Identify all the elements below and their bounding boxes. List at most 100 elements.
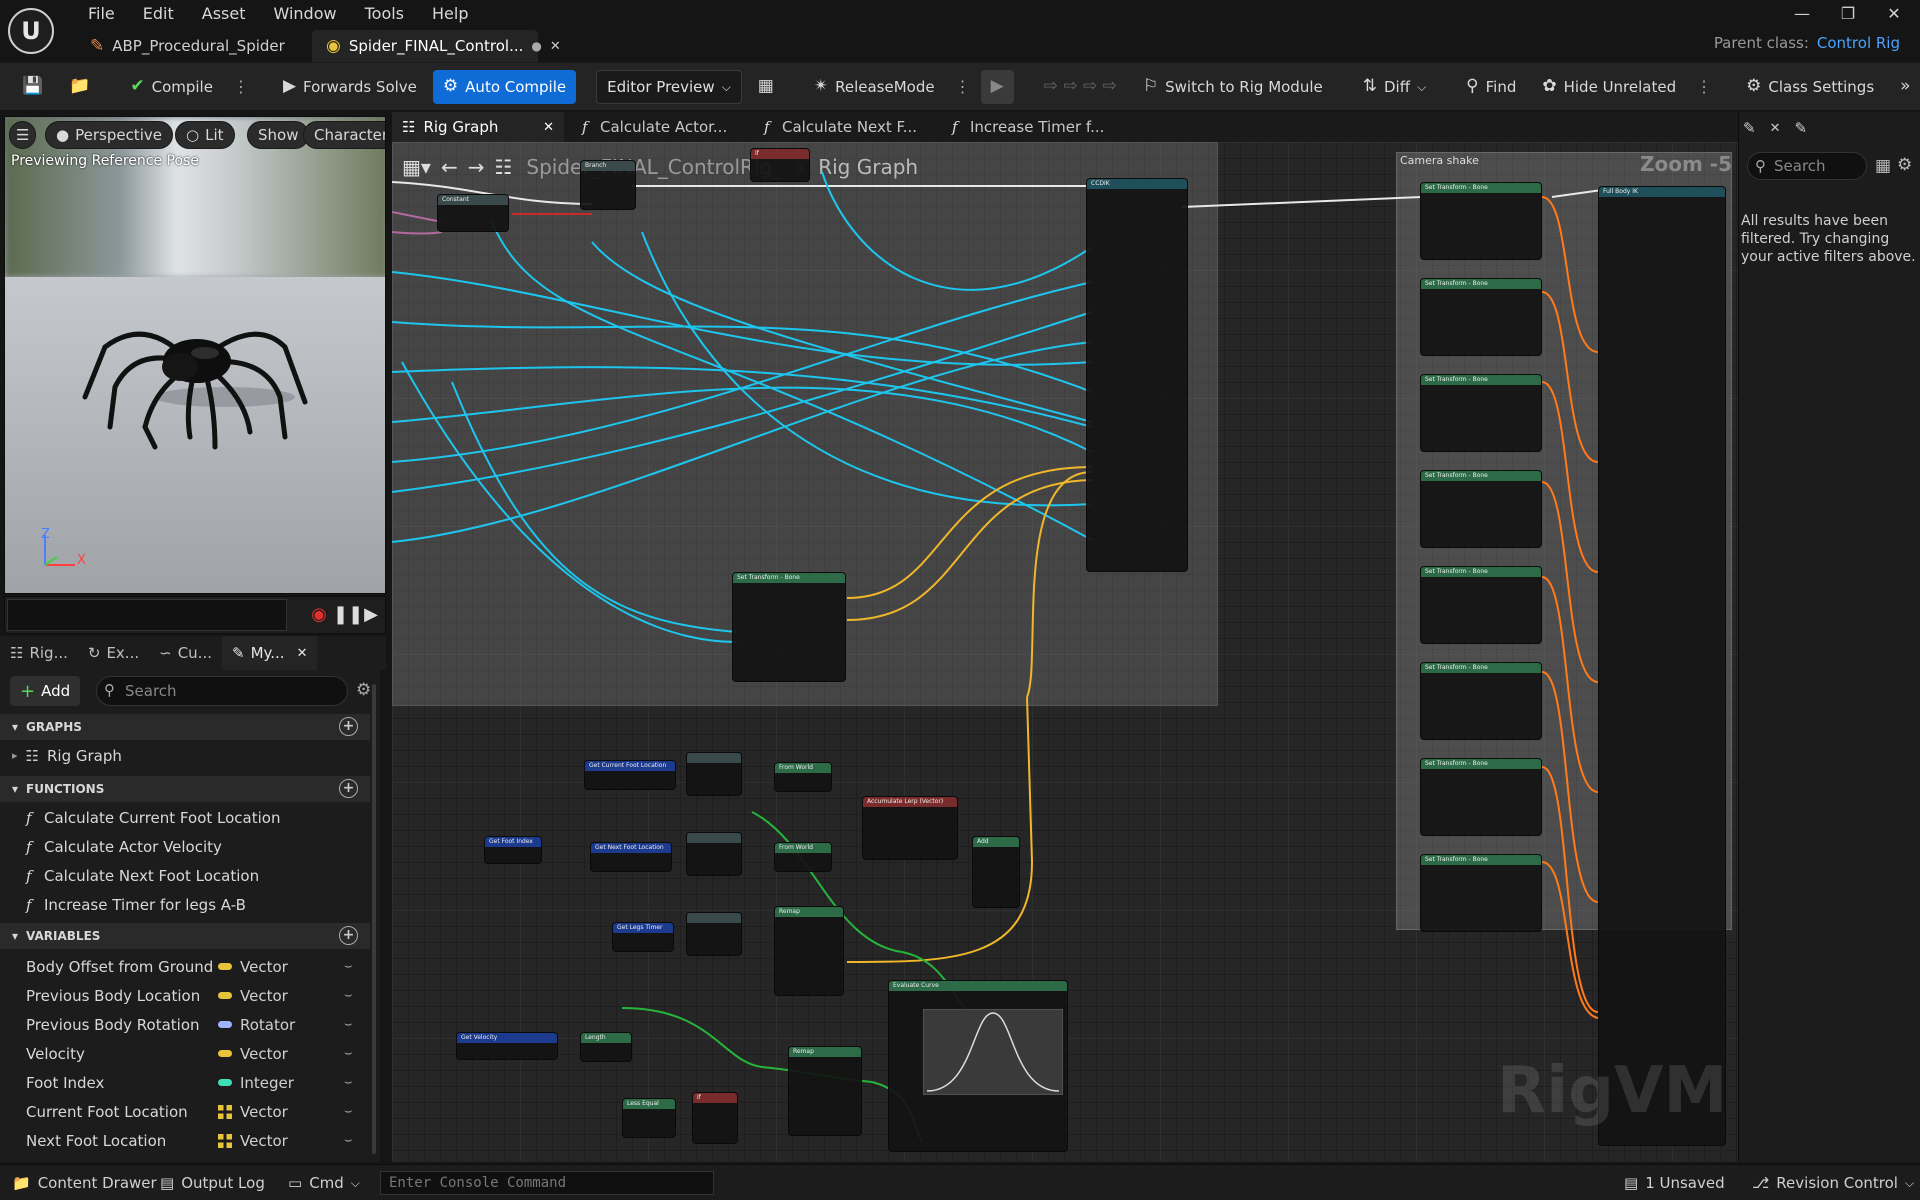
variable-type[interactable]: Vector <box>218 958 288 976</box>
hide-unrelated-button[interactable]: ✿ Hide Unrelated <box>1532 70 1686 104</box>
variable-type[interactable]: Vector <box>218 1103 288 1121</box>
pause-icon[interactable]: ❚❚ <box>333 603 363 627</box>
my-blueprint-search-input[interactable]: Search <box>96 676 348 706</box>
hide-unrelated-options-icon[interactable]: ⋮ <box>1692 77 1716 96</box>
close-window-icon[interactable]: ✕ <box>1872 2 1916 26</box>
forwards-solve-button[interactable]: ▶ Forwards Solve <box>273 70 427 104</box>
class-settings-button[interactable]: ⚙ Class Settings <box>1736 70 1884 104</box>
variable-item[interactable]: Velocity Vector ⌣ <box>0 1039 370 1068</box>
variable-item[interactable]: Body Offset from Ground Vector ⌣ <box>0 952 370 981</box>
restore-icon[interactable]: ❐ <box>1826 2 1870 26</box>
graph-item-rig-graph[interactable]: ▸ ☷ Rig Graph <box>0 741 370 770</box>
revision-control-button[interactable]: ⎇ Revision Control ⌵ <box>1752 1165 1914 1200</box>
variable-type[interactable]: Vector <box>218 1132 288 1150</box>
show-button[interactable]: Show <box>247 121 310 149</box>
visibility-eye-icon[interactable]: ⌣ <box>344 1133 353 1148</box>
console-command-input[interactable]: Enter Console Command <box>380 1171 714 1195</box>
unsaved-button[interactable]: ▤ 1 Unsaved <box>1624 1165 1725 1200</box>
menu-help[interactable]: Help <box>418 2 482 26</box>
close-tab-icon[interactable]: ✕ <box>297 646 308 661</box>
tab-rig-graph[interactable]: ☷ Rig Graph ✕ <box>392 112 564 142</box>
rig-graph-canvas[interactable]: Camera shake Zoom -5 ▦▾ ← → ☷ Spider_FIN… <box>392 142 1738 1162</box>
auto-compile-button[interactable]: ⚙ Auto Compile <box>432 69 577 104</box>
record-icon[interactable]: ◉ <box>307 603 331 627</box>
variable-type[interactable]: Rotator <box>218 1016 295 1034</box>
add-function-icon[interactable]: + <box>339 779 358 798</box>
visibility-eye-icon[interactable]: ⌣ <box>344 959 353 974</box>
gear-icon[interactable]: ⚙ <box>1897 155 1912 175</box>
variable-item[interactable]: Foot Index Integer ⌣ <box>0 1068 370 1097</box>
tab-calculate-next[interactable]: f Calculate Next F... <box>754 112 927 142</box>
timeline-scrubber[interactable] <box>7 599 287 631</box>
tab-curve-container[interactable]: ∽ Cu... <box>149 636 222 670</box>
tab-increase-timer[interactable]: f Increase Timer f... <box>942 112 1114 142</box>
function-item[interactable]: f Calculate Actor Velocity <box>0 832 370 861</box>
details-icon-2[interactable]: ✎ <box>1794 119 1807 137</box>
menu-tools[interactable]: Tools <box>351 2 418 26</box>
variable-item[interactable]: Current Foot Location Vector ⌣ <box>0 1097 370 1126</box>
close-tab-icon[interactable]: ✕ <box>550 39 561 54</box>
browse-button[interactable]: 📁 <box>59 70 100 104</box>
output-log-button[interactable]: ▤ Output Log <box>160 1165 265 1200</box>
close-tab-icon[interactable]: ✕ <box>543 120 554 135</box>
visibility-eye-icon[interactable]: ⌣ <box>344 1075 353 1090</box>
functions-section-header[interactable]: ▾ FUNCTIONS + <box>0 776 370 802</box>
tab-my-blueprint[interactable]: ✎ My... ✕ <box>222 636 318 670</box>
left-panel-scrollbar[interactable] <box>372 684 376 1154</box>
visibility-eye-icon[interactable]: ⌣ <box>344 1104 353 1119</box>
gear-icon[interactable]: ⚙ <box>356 680 371 700</box>
preview-viewport[interactable]: ☰ ● Perspective ○ Lit Show Character Pre… <box>4 116 386 594</box>
add-variable-icon[interactable]: + <box>339 926 358 945</box>
toolbar-overflow-button[interactable]: » <box>1890 70 1920 104</box>
graphs-section-header[interactable]: ▾ GRAPHS + <box>0 714 370 740</box>
function-item[interactable]: f Calculate Next Foot Location <box>0 861 370 890</box>
preview-settings-button[interactable]: ▦ <box>748 70 784 104</box>
function-item[interactable]: f Increase Timer for legs A-B <box>0 890 370 919</box>
visibility-eye-icon[interactable]: ⌣ <box>344 1046 353 1061</box>
save-button[interactable]: 💾 <box>12 70 53 104</box>
unreal-logo-icon[interactable]: U <box>8 8 54 54</box>
editor-preview-dropdown[interactable]: Editor Preview ⌵ <box>596 69 742 104</box>
menu-file[interactable]: File <box>74 2 129 26</box>
variable-item[interactable]: Previous Body Location Vector ⌣ <box>0 981 370 1010</box>
step-forward-icon[interactable]: ▶ <box>359 603 383 627</box>
visibility-eye-icon[interactable]: ⌣ <box>344 988 353 1003</box>
doc-tab-anim-blueprint[interactable]: ✎ ABP_Procedural_Spider <box>76 30 299 62</box>
find-button[interactable]: ⚲ Find <box>1456 70 1526 104</box>
visibility-eye-icon[interactable]: ⌣ <box>344 1017 353 1032</box>
perspective-button[interactable]: ● Perspective <box>45 121 173 149</box>
tab-execution-stack[interactable]: ↻ Ex... <box>78 636 149 670</box>
menu-edit[interactable]: Edit <box>129 2 188 26</box>
menu-asset[interactable]: Asset <box>188 2 260 26</box>
step-controls[interactable]: ⇨ ⇨ ⇨ ⇨ <box>1034 70 1127 104</box>
diff-button[interactable]: ⇅ Diff ⌵ <box>1353 70 1436 104</box>
tab-calculate-actor[interactable]: f Calculate Actor... <box>572 112 737 142</box>
compile-button[interactable]: ✔ Compile <box>120 70 223 104</box>
character-button[interactable]: Character <box>303 121 385 149</box>
doc-tab-control-rig[interactable]: ◉ Spider_FINAL_Control... ● ✕ <box>312 30 561 62</box>
variable-type[interactable]: Vector <box>218 987 288 1005</box>
menu-window[interactable]: Window <box>260 2 351 26</box>
grid-view-icon[interactable]: ▦ <box>1875 156 1891 176</box>
release-mode-button[interactable]: ✴ ReleaseMode <box>804 70 945 104</box>
switch-rig-module-button[interactable]: ⚐ Switch to Rig Module <box>1133 70 1333 104</box>
tab-rig-hierarchy[interactable]: ☷ Rig... <box>0 636 78 670</box>
close-tab-icon[interactable]: ✕ <box>1770 121 1781 136</box>
cmd-dropdown[interactable]: ▭ Cmd ⌵ <box>288 1165 360 1200</box>
details-icon[interactable]: ✎ <box>1743 119 1756 137</box>
simulate-button[interactable]: ▶ <box>980 69 1014 104</box>
lit-button[interactable]: ○ Lit <box>175 121 235 149</box>
content-drawer-button[interactable]: 📁 Content Drawer <box>12 1165 157 1200</box>
add-button[interactable]: + Add <box>10 676 81 706</box>
variable-item[interactable]: Next Foot Location Vector ⌣ <box>0 1126 370 1155</box>
release-options-icon[interactable]: ⋮ <box>951 77 975 96</box>
variable-type[interactable]: Vector <box>218 1045 288 1063</box>
function-item[interactable]: f Calculate Current Foot Location <box>0 803 370 832</box>
variable-item[interactable]: Previous Body Rotation Rotator ⌣ <box>0 1010 370 1039</box>
variable-type[interactable]: Integer <box>218 1074 294 1092</box>
compile-options-icon[interactable]: ⋮ <box>229 77 253 96</box>
minimize-icon[interactable]: — <box>1780 2 1824 26</box>
add-graph-icon[interactable]: + <box>339 717 358 736</box>
parent-class-link[interactable]: Control Rig <box>1817 34 1900 52</box>
variables-section-header[interactable]: ▾ VARIABLES + <box>0 923 370 949</box>
